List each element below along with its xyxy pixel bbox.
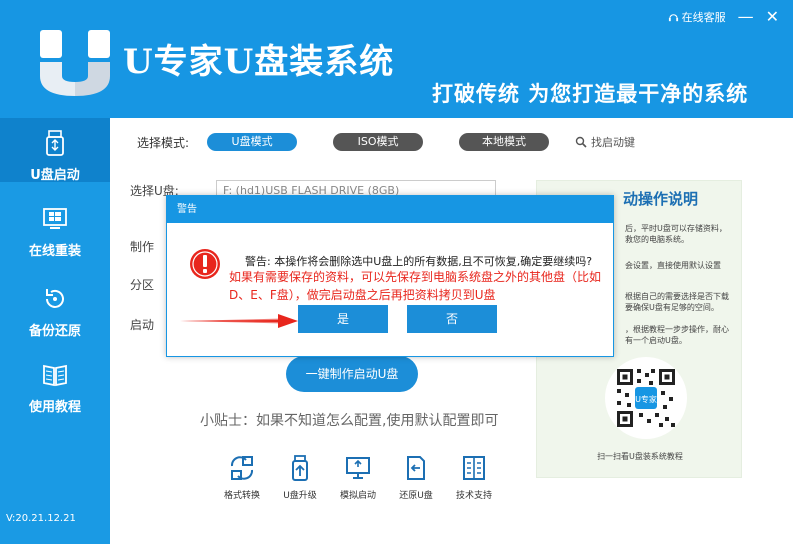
help-line: 要确保U盘有足够的空间。 xyxy=(625,303,719,312)
tool-label: 技术支持 xyxy=(455,491,492,501)
app-title: U专家U盘装系统 xyxy=(123,42,395,82)
sidebar-item-backup-restore[interactable]: 备份还原 xyxy=(0,286,110,350)
help-line: 根据自己的需要选择是否下载 xyxy=(625,292,729,301)
make-label: 制作 xyxy=(130,240,155,254)
help-line: 有一个启动U盘。 xyxy=(625,336,687,345)
search-icon xyxy=(575,136,587,148)
sidebar-item-usb-boot[interactable]: U盘启动 xyxy=(0,118,110,183)
windows-icon xyxy=(43,208,67,229)
tool-label: 模拟启动 xyxy=(339,491,376,501)
tool-restore-usb[interactable]: 还原U盘 xyxy=(394,454,438,501)
sidebar-item-label: 在线重装 xyxy=(28,244,81,259)
version-label: V:20.21.12.21 xyxy=(6,513,76,524)
restore-icon xyxy=(46,289,64,308)
help-title: 动操作说明 xyxy=(623,190,699,208)
header: U专家U盘装系统 打破传统 为您打造最干净的系统 在线客服 — ✕ xyxy=(0,0,793,118)
find-boot-key-label: 找启动键 xyxy=(591,136,636,149)
make-boot-usb-button[interactable]: 一键制作启动U盘 xyxy=(286,356,418,392)
qr-caption: 扫一扫看U盘装系统教程 xyxy=(597,452,683,461)
usb-upgrade-icon xyxy=(292,455,308,481)
tool-label: 还原U盘 xyxy=(399,491,433,501)
tool-usb-upgrade[interactable]: U盘升级 xyxy=(278,454,322,501)
dialog-title: 警告 xyxy=(167,196,613,223)
arrow-annotation xyxy=(180,314,298,328)
help-line: ，根据教程一步步操作，耐心 xyxy=(625,325,729,334)
tool-simulate-boot[interactable]: 模拟启动 xyxy=(336,454,380,501)
sidebar: U盘启动 在线重装 备份还原 使用教程 V:20.21.12.21 xyxy=(0,118,110,544)
sidebar-item-label: U盘启动 xyxy=(30,168,80,183)
partition-label: 分区 xyxy=(130,278,155,292)
headset-icon xyxy=(668,13,678,21)
tool-label: 格式转换 xyxy=(223,491,260,501)
tool-tech-support[interactable]: 技术支持 xyxy=(452,454,496,501)
yes-button[interactable]: 是 xyxy=(298,305,388,333)
find-boot-key-link[interactable]: 找启动键 xyxy=(575,134,635,150)
book-icon xyxy=(43,364,67,387)
online-service-label: 在线客服 xyxy=(681,11,726,24)
restore-usb-icon xyxy=(407,456,425,480)
support-icon xyxy=(463,456,485,480)
sidebar-item-label: 使用教程 xyxy=(28,400,81,415)
app-slogan: 打破传统 为您打造最干净的系统 xyxy=(432,82,749,106)
tip-text: 小贴士：如果不知道怎么配置,使用默认配置即可 xyxy=(200,413,499,429)
qr-code: U专家 xyxy=(605,357,687,439)
warning-icon xyxy=(190,249,220,279)
minimize-button[interactable]: — xyxy=(738,9,754,25)
tool-label: U盘升级 xyxy=(283,491,317,501)
monitor-icon xyxy=(346,457,370,479)
usb-icon xyxy=(46,130,64,156)
warning-dialog: 警告 警告: 本操作将会删除选中U盘上的所有数据,且不可恢复,确定要继续吗? 如… xyxy=(166,195,614,357)
online-service-button[interactable]: 在线客服 xyxy=(668,9,726,25)
sidebar-item-tutorial[interactable]: 使用教程 xyxy=(0,362,110,426)
qr-logo-text: U专家 xyxy=(635,394,657,404)
mode-label: 选择模式: xyxy=(137,135,190,150)
mode-usb-button[interactable]: U盘模式 xyxy=(207,133,298,151)
boot-label: 启动 xyxy=(130,318,155,332)
app-window: U专家U盘装系统 打破传统 为您打造最干净的系统 在线客服 — ✕ U盘启动 在… xyxy=(0,0,793,544)
dialog-message: 警告: 本操作将会删除选中U盘上的所有数据,且不可恢复,确定要继续吗? xyxy=(245,255,593,268)
mode-iso-button[interactable]: ISO模式 xyxy=(333,133,424,151)
sidebar-item-label: 备份还原 xyxy=(28,324,81,339)
mode-local-button[interactable]: 本地模式 xyxy=(459,133,550,151)
help-line: 后，平时U盘可以存储资料， xyxy=(625,224,727,233)
no-button[interactable]: 否 xyxy=(407,305,497,333)
help-line: 救您的电脑系统。 xyxy=(625,235,689,244)
tool-format-convert[interactable]: 格式转换 xyxy=(220,454,264,501)
help-line: 会设置，直接使用默认设置 xyxy=(625,261,721,270)
convert-icon xyxy=(230,456,254,480)
app-logo xyxy=(40,30,110,96)
sidebar-item-online-reinstall[interactable]: 在线重装 xyxy=(0,206,110,270)
tool-bar: 格式转换 U盘升级 模拟启动 还原U盘 技术支持 xyxy=(220,454,510,501)
mode-selector: 选择模式: U盘模式 ISO模式 本地模式 找启动键 xyxy=(137,130,635,154)
close-button[interactable]: ✕ xyxy=(766,9,779,25)
window-controls: 在线客服 — ✕ xyxy=(668,9,779,25)
dialog-note: 如果有需要保存的资料，可以先保存到电脑系统盘之外的其他盘（比如D、E、F盘），做… xyxy=(229,270,602,302)
